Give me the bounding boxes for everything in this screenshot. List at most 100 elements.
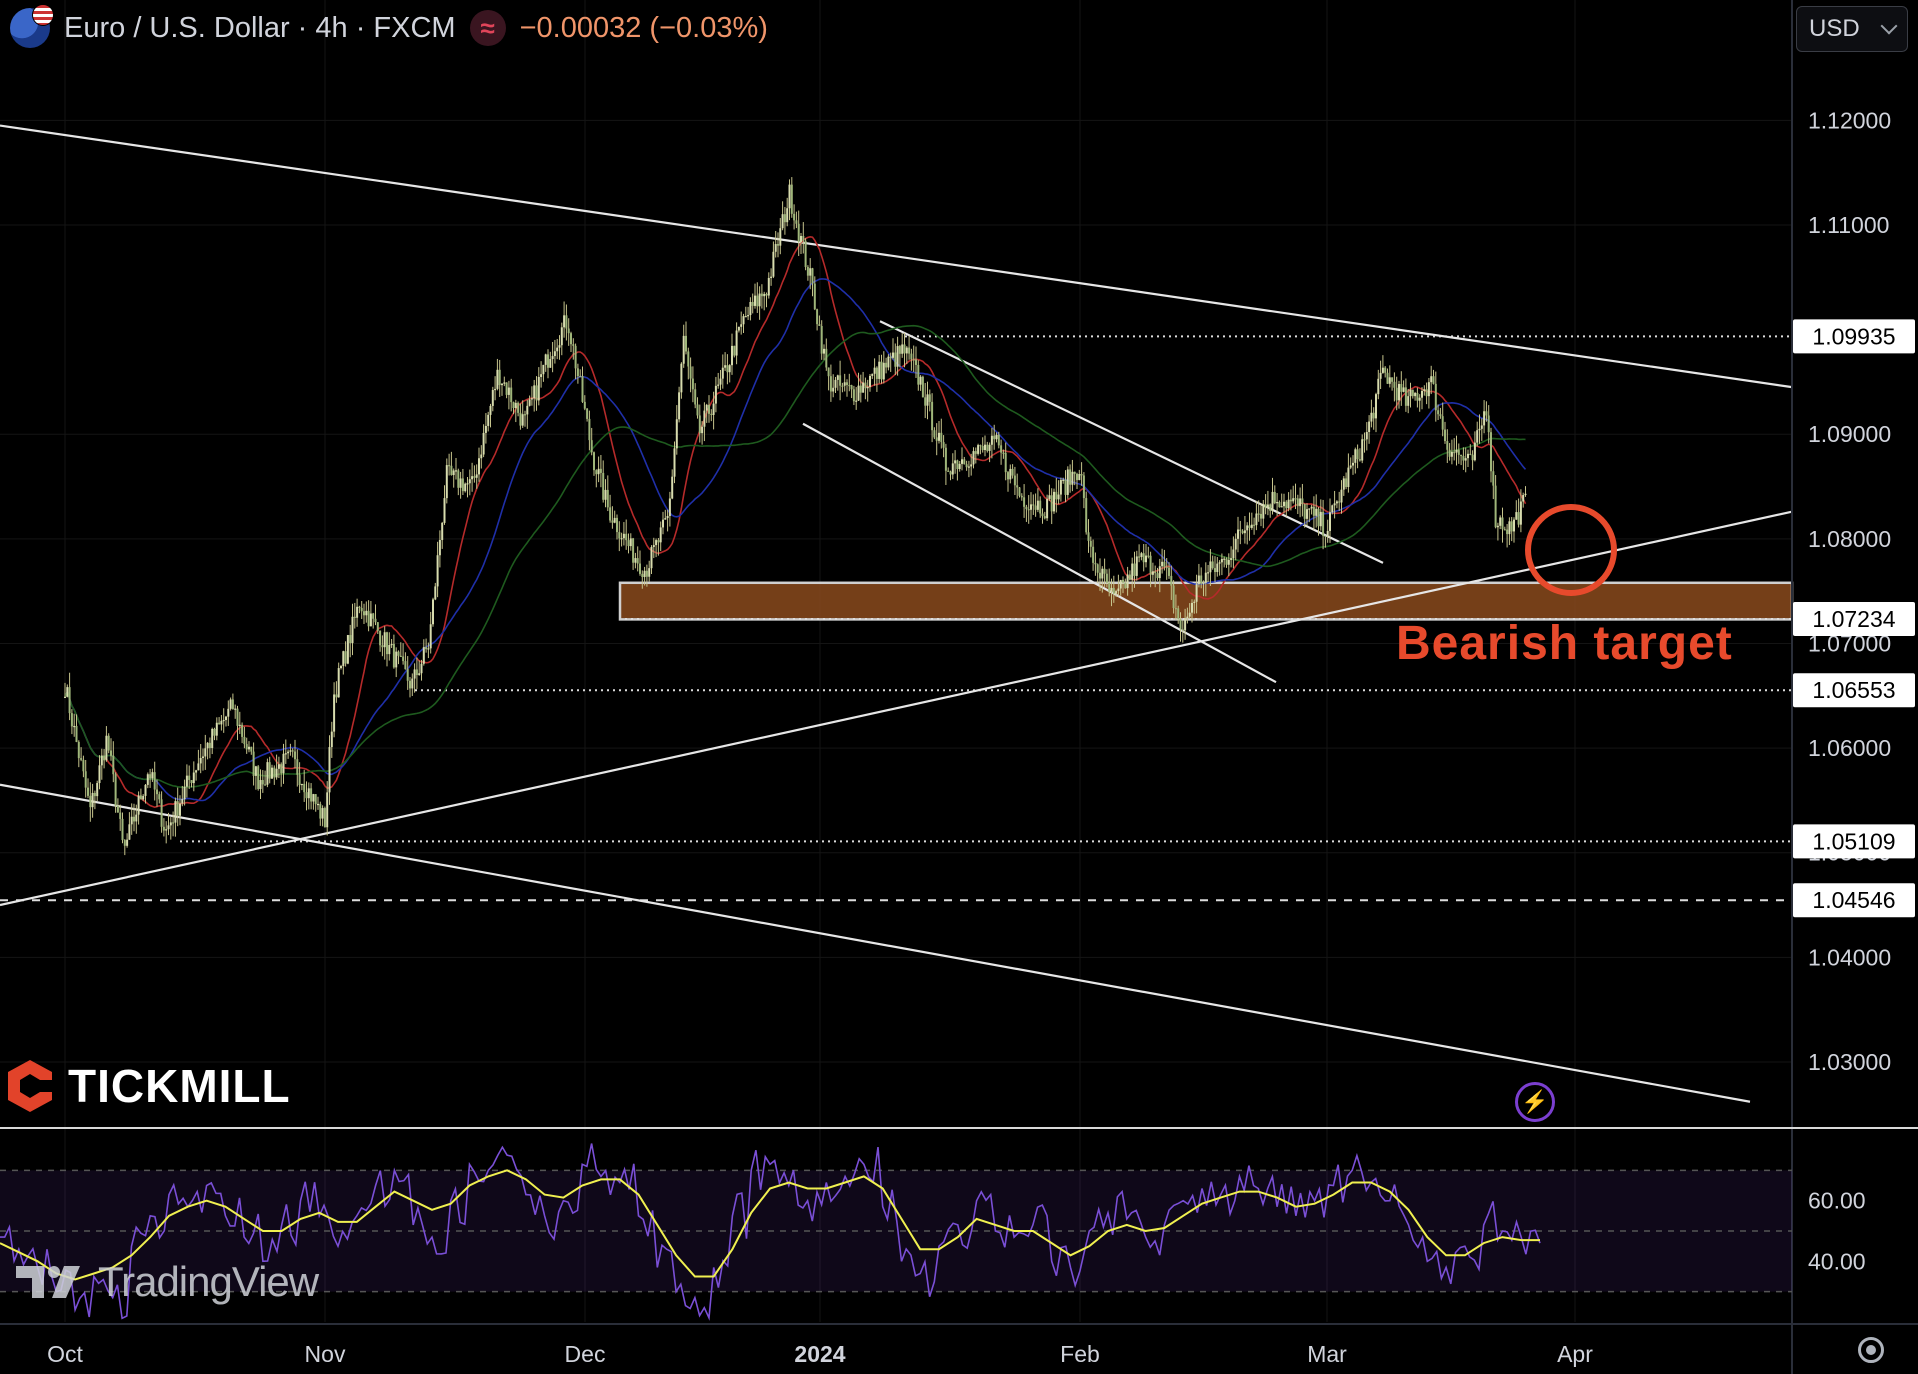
candle-body: [259, 780, 262, 790]
settings-gear-icon[interactable]: [1858, 1337, 1884, 1363]
candle-body: [1499, 517, 1502, 526]
candle-body: [1220, 559, 1223, 563]
candle-body: [110, 750, 112, 756]
candle-body: [264, 784, 267, 786]
candle-body: [411, 678, 414, 689]
candle-body: [208, 742, 211, 749]
candle-body: [501, 383, 503, 386]
candle-body: [597, 468, 600, 475]
candle-body: [735, 330, 738, 356]
candle-body: [786, 208, 789, 223]
candle-body: [349, 635, 352, 644]
candle-body: [928, 394, 931, 402]
candle-body: [919, 376, 922, 385]
candle-body: [758, 293, 761, 307]
candle-body: [1039, 500, 1042, 514]
candle-body: [498, 369, 501, 386]
candle-body: [843, 382, 846, 386]
candle-body: [731, 345, 733, 366]
candle-body: [236, 708, 239, 726]
candle-body: [1154, 571, 1157, 574]
candle-body: [1301, 498, 1304, 504]
candle-body: [1094, 562, 1097, 565]
candle-body: [1308, 508, 1311, 510]
candle-body: [556, 347, 559, 352]
candle-body: [717, 384, 720, 386]
candle-body: [678, 392, 681, 420]
candle-body: [1416, 392, 1419, 401]
candle-body: [558, 345, 561, 348]
candle-body: [1517, 512, 1520, 525]
candle-body: [846, 382, 848, 385]
candle-body: [1158, 566, 1161, 579]
candle-body: [664, 518, 667, 520]
candle-body: [866, 386, 869, 389]
rsi-tick-label: 40.00: [1808, 1248, 1866, 1274]
candle-body: [294, 751, 296, 760]
candle-body: [206, 742, 209, 749]
candle-body: [158, 794, 161, 800]
candle-body: [420, 663, 423, 674]
candle-body: [1448, 449, 1451, 457]
currency-selector[interactable]: USD: [1796, 6, 1908, 52]
candle-body: [280, 764, 283, 774]
candle-body: [1025, 506, 1028, 510]
candle-body: [425, 647, 428, 650]
candle-body: [1223, 558, 1226, 560]
candle-body: [1349, 465, 1352, 468]
time-tick-label: Feb: [1060, 1341, 1100, 1367]
candle-body: [489, 405, 492, 415]
candle-body: [484, 425, 487, 433]
candle-body: [192, 772, 195, 784]
candle-body: [434, 586, 437, 600]
candle-body: [402, 656, 405, 662]
candle-body: [749, 301, 752, 316]
candle-body: [537, 376, 540, 401]
candle-body: [1407, 396, 1410, 406]
candle-body: [892, 352, 894, 358]
candle-body: [1186, 616, 1189, 619]
candle-body: [271, 767, 273, 779]
candle-body: [836, 375, 839, 380]
candle-body: [1524, 493, 1527, 495]
candle-body: [1232, 549, 1235, 559]
candle-body: [671, 476, 674, 499]
candle-body: [549, 358, 552, 368]
candle-body: [1361, 439, 1364, 461]
candle-body: [422, 647, 425, 664]
candle-body: [1478, 428, 1481, 431]
candle-body: [1082, 475, 1085, 499]
candle-body: [254, 766, 257, 776]
candle-body: [248, 746, 250, 750]
candle-body: [590, 440, 593, 453]
candle-body: [1398, 384, 1400, 401]
candle-body: [257, 766, 260, 790]
candle-body: [1280, 506, 1283, 508]
candle-body: [429, 624, 432, 649]
candle-body: [832, 387, 835, 392]
candle-body: [1177, 608, 1180, 620]
candle-body: [894, 352, 897, 367]
candle-body: [788, 184, 791, 209]
candle-body: [89, 795, 92, 808]
candle-body: [931, 401, 934, 431]
candle-body: [1370, 412, 1373, 422]
candle-body: [1273, 491, 1276, 504]
symbol-title[interactable]: Euro / U.S. Dollar · 4h · FXCM: [64, 12, 456, 45]
lightning-icon[interactable]: ⚡: [1515, 1082, 1555, 1122]
candle-body: [252, 751, 255, 776]
candle-body: [1147, 555, 1150, 557]
chart-canvas[interactable]: 1.120001.110001.090001.080001.070001.060…: [0, 0, 1918, 1374]
candle-body: [813, 283, 816, 310]
candle-body: [80, 758, 83, 760]
candle-body: [1271, 491, 1274, 511]
candle-body: [781, 214, 784, 229]
candle-body: [595, 470, 598, 475]
candle-body: [162, 826, 165, 831]
candle-body: [567, 328, 570, 334]
candle-body: [1248, 525, 1251, 528]
candle-body: [701, 426, 704, 434]
candle-body: [156, 789, 158, 795]
candle-body: [1260, 513, 1262, 519]
candle-body: [491, 390, 494, 406]
